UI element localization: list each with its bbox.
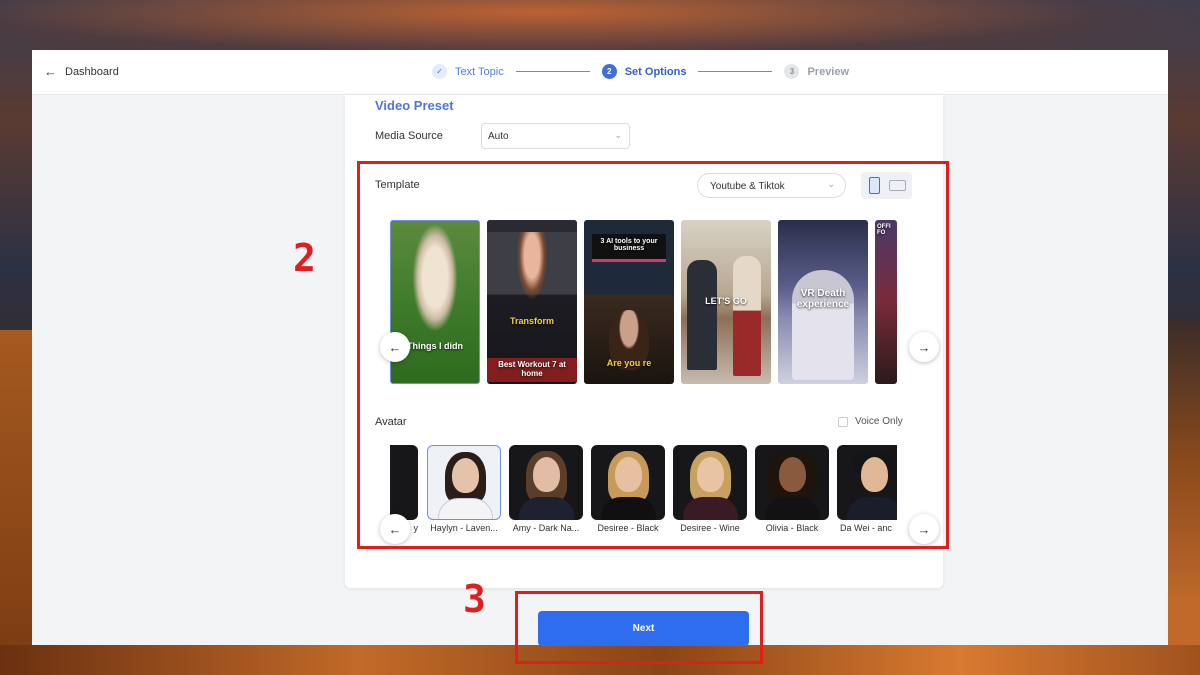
step-label: Text Topic <box>455 65 504 78</box>
annotation-box-next <box>515 591 763 664</box>
step-label: Preview <box>807 65 850 78</box>
annotation-number: 2 <box>293 236 316 280</box>
step-number: 3 <box>784 64 800 79</box>
check-icon: ✓ <box>432 64 447 79</box>
annotation-box-template-avatar <box>357 161 949 549</box>
arrow-left-icon: ← <box>44 64 57 79</box>
media-source-select[interactable]: Auto ⌄ <box>481 123 630 149</box>
back-label: Dashboard <box>65 65 119 78</box>
step-label: Set Options <box>624 65 687 78</box>
section-title: Video Preset <box>375 98 454 113</box>
chevron-down-icon: ⌄ <box>614 130 622 140</box>
back-to-dashboard-link[interactable]: ← Dashboard <box>44 64 119 79</box>
top-bar: ← Dashboard ✓ Text Topic 2 Set Options 3… <box>32 50 1168 95</box>
step-connector <box>698 71 773 72</box>
step-preview[interactable]: 3 Preview <box>784 64 849 79</box>
step-connector <box>515 71 590 72</box>
step-text-topic[interactable]: ✓ Text Topic <box>432 64 504 79</box>
stepper: ✓ Text Topic 2 Set Options 3 Preview <box>432 64 849 79</box>
annotation-number: 3 <box>463 577 486 621</box>
media-source-value: Auto <box>488 131 509 142</box>
step-number: 2 <box>601 64 617 79</box>
media-source-label: Media Source <box>375 130 443 142</box>
step-set-options[interactable]: 2 Set Options <box>601 64 687 79</box>
